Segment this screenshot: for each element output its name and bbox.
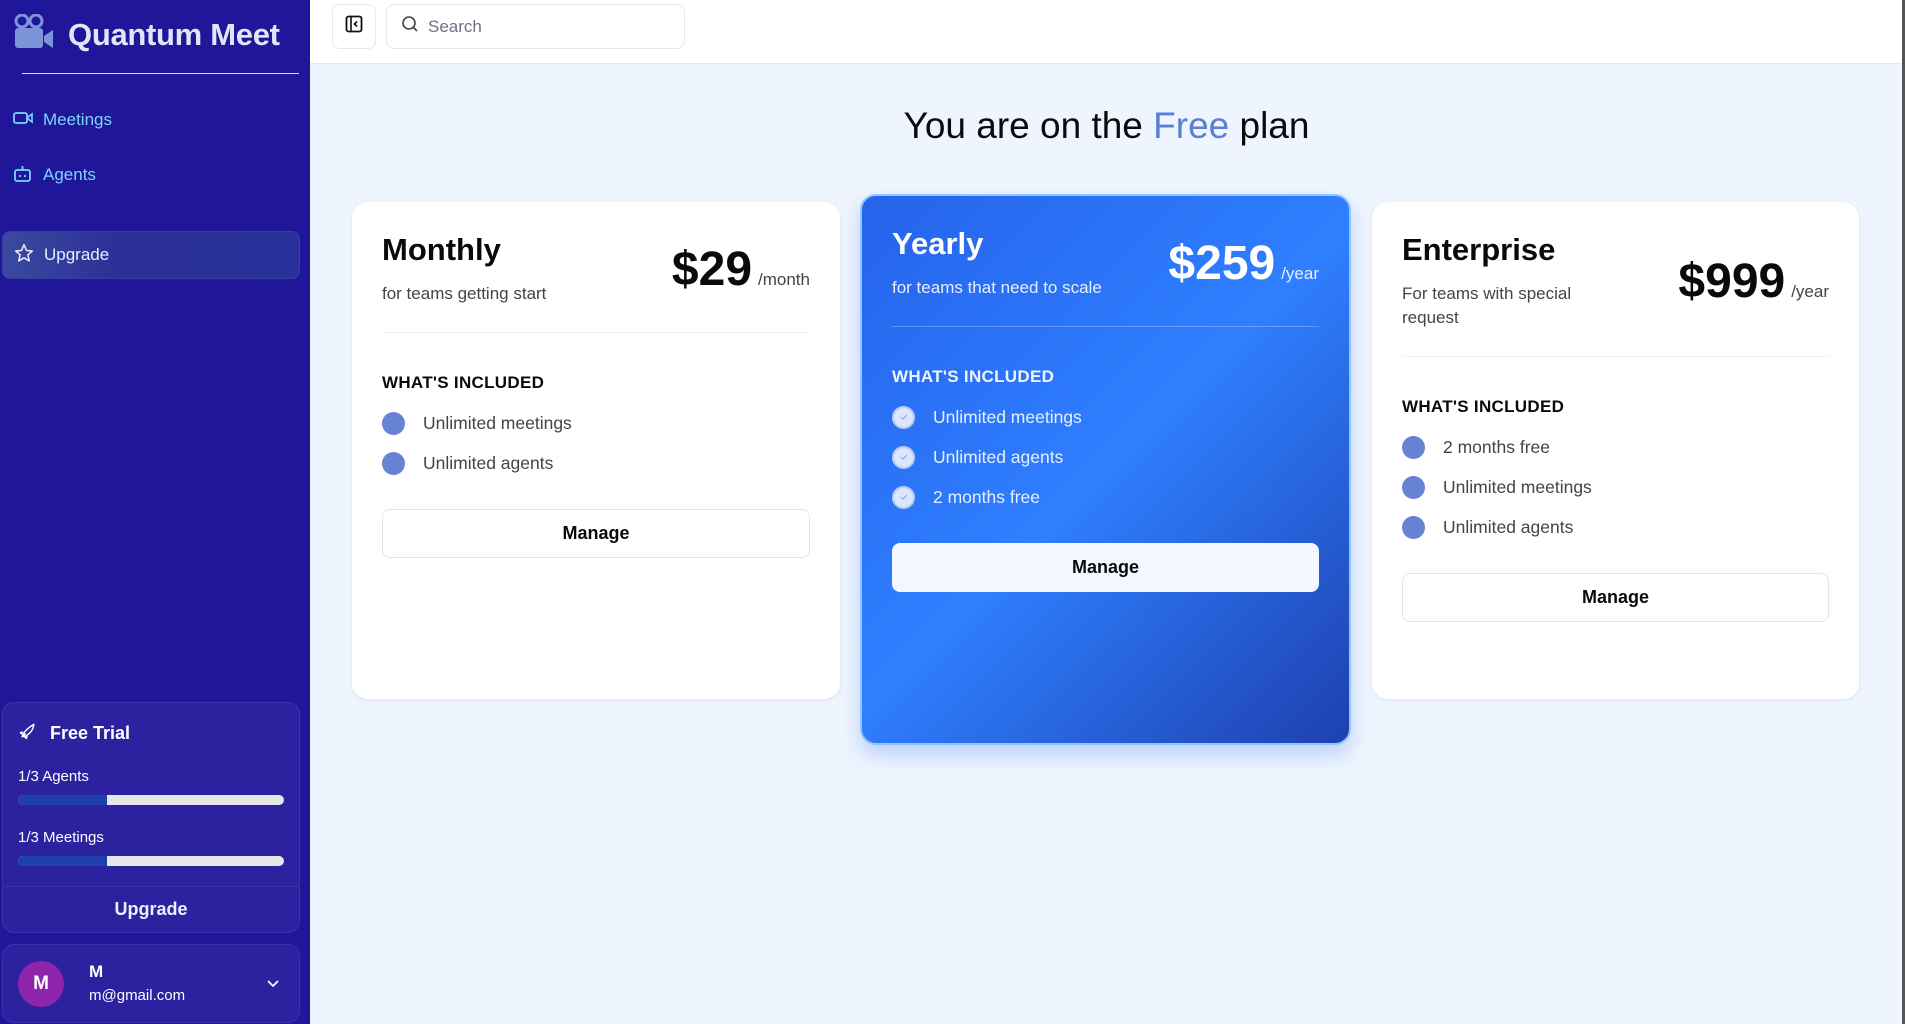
meetings-progress-bar [18, 856, 284, 866]
sidebar-item-label: Meetings [43, 110, 112, 129]
user-name: M [89, 961, 104, 981]
sidebar: Quantum Meet Meetings Agents Upgrade Fre… [0, 0, 310, 1024]
included-label: WHAT'S INCLUDED [382, 373, 545, 392]
plan-description: for teams that need to scale [892, 278, 1102, 297]
feature-item: Unlimited agents [1402, 507, 1829, 547]
feature-label: Unlimited meetings [1443, 476, 1592, 497]
feature-item: Unlimited meetings [382, 403, 810, 443]
panel-left-icon [345, 15, 363, 38]
bullet-circle-icon [1402, 475, 1425, 499]
plan-price: $259/year [1168, 236, 1319, 291]
feature-label: 2 months free [1443, 436, 1550, 457]
agents-usage-label: 1/3 Agents [18, 768, 89, 785]
video-camera-logo-icon [14, 13, 54, 55]
check-circle-icon [892, 485, 915, 509]
feature-label: Unlimited meetings [933, 406, 1082, 427]
plan-name: Monthly [382, 232, 501, 267]
sidebar-item-agents[interactable]: Agents [2, 151, 300, 199]
plan-card-enterprise: Enterprise For teams with special request… [1372, 202, 1859, 699]
manage-button[interactable]: Manage [382, 509, 810, 558]
included-label: WHAT'S INCLUDED [892, 367, 1055, 386]
agents-progress-fill [18, 795, 107, 805]
plan-price: $29/month [672, 242, 810, 297]
included-label: WHAT'S INCLUDED [1402, 397, 1565, 416]
user-email: m@gmail.com [89, 986, 186, 1004]
plan-name: Enterprise [1402, 232, 1556, 267]
plan-card-monthly: Monthly for teams getting start $29/month W… [352, 202, 840, 699]
feature-item: Unlimited agents [892, 437, 1319, 477]
sidebar-item-meetings[interactable]: Meetings [2, 96, 300, 144]
rocket-icon [18, 721, 38, 746]
feature-item: Unlimited meetings [892, 397, 1319, 437]
feature-label: Unlimited meetings [423, 412, 572, 433]
card-divider [1402, 356, 1829, 357]
free-trial-title: Free Trial [50, 723, 131, 743]
price-value: $259 [1168, 236, 1276, 290]
title-prefix: You are on the [903, 105, 1154, 146]
manage-button[interactable]: Manage [1402, 573, 1829, 622]
card-divider [382, 332, 810, 333]
agents-progress-bar [18, 795, 284, 805]
title-suffix: plan [1229, 105, 1310, 146]
top-header: Search [310, 0, 1903, 64]
feature-label: Unlimited agents [423, 452, 554, 473]
search-placeholder: Search [428, 16, 482, 36]
feature-item: Unlimited agents [382, 443, 810, 483]
sidebar-toggle-button[interactable] [332, 4, 376, 49]
chevron-down-icon [265, 975, 281, 996]
check-circle-icon [892, 445, 915, 469]
bullet-circle-icon [382, 451, 405, 475]
plan-name: Yearly [892, 226, 984, 261]
user-menu-button[interactable]: M M m@gmail.com [2, 944, 300, 1023]
feature-label: Unlimited agents [1443, 516, 1574, 537]
manage-button[interactable]: Manage [892, 543, 1319, 592]
price-value: $999 [1678, 254, 1786, 308]
search-input[interactable]: Search [386, 4, 685, 49]
app-title: Quantum Meet [68, 16, 280, 52]
sidebar-item-label: Upgrade [44, 245, 110, 264]
sidebar-divider [22, 73, 299, 74]
price-value: $29 [671, 242, 753, 296]
meetings-progress-fill [18, 856, 107, 866]
bullet-circle-icon [382, 411, 405, 435]
page-title: You are on the Free plan [310, 105, 1903, 147]
feature-item: Unlimited meetings [1402, 467, 1829, 507]
meetings-usage-label: 1/3 Meetings [18, 829, 104, 846]
check-circle-icon [892, 405, 915, 429]
sidebar-item-upgrade[interactable]: Upgrade [2, 231, 300, 279]
avatar: M [18, 960, 64, 1007]
feature-item: 2 months free [1402, 427, 1829, 467]
bullet-circle-icon [1402, 515, 1425, 539]
feature-label: 2 months free [933, 486, 1040, 507]
price-unit: /year [1791, 281, 1829, 301]
price-unit: /month [758, 269, 810, 289]
plan-description: For teams with special request [1402, 284, 1572, 327]
plan-price: $999/year [1678, 254, 1829, 309]
plan-card-yearly: Yearly for teams that need to scale $259/y… [860, 194, 1351, 745]
card-divider [892, 326, 1319, 327]
bot-icon [13, 164, 33, 187]
current-plan-name: Free [1153, 105, 1230, 146]
star-icon [14, 243, 34, 268]
free-trial-card: Free Trial 1/3 Agents 1/3 Meetings Upgra… [2, 702, 300, 933]
plan-description: for teams getting start [382, 284, 547, 303]
search-icon [401, 15, 419, 38]
feature-label: Unlimited agents [933, 446, 1064, 467]
logo[interactable]: Quantum Meet [14, 13, 280, 55]
price-unit: /year [1281, 263, 1319, 283]
sidebar-item-label: Agents [43, 165, 96, 184]
video-icon [13, 110, 33, 131]
bullet-circle-icon [1402, 435, 1425, 459]
feature-item: 2 months free [892, 477, 1319, 517]
trial-upgrade-button[interactable]: Upgrade [3, 886, 299, 932]
